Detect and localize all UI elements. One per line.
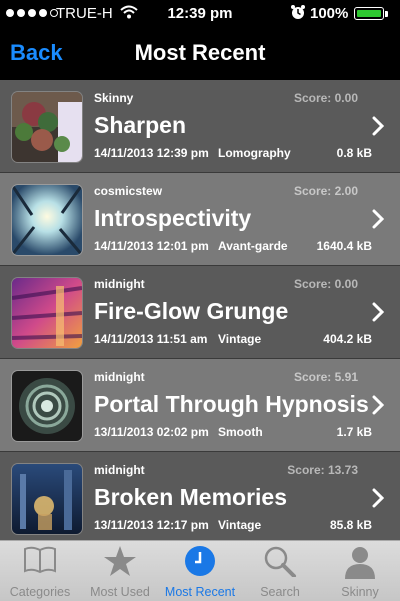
filter-thumbnail [12,185,82,255]
date-label: 14/11/2013 11:51 am [94,332,208,346]
list-item[interactable]: Skinny Score: 0.00 Sharpen 14/11/2013 12… [0,80,400,173]
recent-filters-list[interactable]: Skinny Score: 0.00 Sharpen 14/11/2013 12… [0,80,400,540]
file-size: 1.7 kB [336,425,372,439]
score-label: Score: 13.73 [287,463,358,477]
filter-title: Introspectivity [94,205,252,231]
alarm-clock-icon [290,3,306,25]
clock-icon [185,546,215,576]
chevron-right-icon [372,395,384,415]
list-item[interactable]: midnight Score: 0.00 Fire-Glow Grunge 14… [0,266,400,359]
filter-title: Broken Memories [94,484,288,510]
author-name: midnight [94,370,145,384]
score-label: Score: 5.91 [293,370,358,384]
chevron-right-icon [372,116,384,136]
file-size: 0.8 kB [336,146,372,160]
filter-type: Vintage [218,518,262,532]
chevron-right-icon [372,488,384,508]
battery-icon [354,7,384,20]
navigation-bar: Back Most Recent [0,28,400,80]
filter-title: Portal Through Hypnosis [94,391,369,417]
chevron-right-icon [372,209,384,229]
filter-thumbnail [12,464,82,534]
tab-search[interactable]: Search [240,541,320,601]
status-bar: TRUE-H 12:39 pm 100% [0,0,400,28]
tab-label: Most Recent [164,585,236,599]
file-size: 85.8 kB [329,518,372,532]
author-name: midnight [94,277,145,291]
file-size: 404.2 kB [323,332,372,346]
date-label: 13/11/2013 02:02 pm [94,425,209,439]
tab-categories[interactable]: Categories [0,541,80,601]
score-label: Score: 0.00 [293,91,358,105]
search-icon [264,546,296,577]
tab-profile[interactable]: Skinny [320,541,400,601]
filter-thumbnail [12,371,82,441]
tab-label: Search [260,585,300,599]
filter-title: Fire-Glow Grunge [94,298,289,324]
filter-type: Smooth [218,425,263,439]
score-label: Score: 0.00 [293,277,358,291]
tab-most-used[interactable]: Most Used [80,541,160,601]
filter-thumbnail [12,92,82,162]
file-size: 1640.4 kB [316,239,372,253]
page-title: Most Recent [134,40,266,65]
battery-tip [385,11,388,17]
list-item[interactable]: midnight Score: 13.73 Broken Memories 13… [0,452,400,540]
user-icon [345,547,375,579]
date-label: 13/11/2013 12:17 pm [94,518,209,532]
author-name: midnight [94,463,145,477]
filter-type: Lomography [218,146,291,160]
filter-title: Sharpen [94,112,187,138]
date-label: 14/11/2013 12:01 pm [94,239,209,253]
date-label: 14/11/2013 12:39 pm [94,146,209,160]
chevron-right-icon [372,302,384,322]
tab-label: Skinny [341,585,379,599]
book-icon [24,546,56,574]
author-name: cosmicstew [94,184,163,198]
battery-percentage: 100% [310,5,349,22]
star-icon [104,546,136,576]
score-label: Score: 2.00 [293,184,358,198]
filter-thumbnail [12,278,82,348]
list-item[interactable]: midnight Score: 5.91 Portal Through Hypn… [0,359,400,452]
list-item[interactable]: cosmicstew Score: 2.00 Introspectivity 1… [0,173,400,266]
tab-label: Most Used [90,585,150,599]
author-name: Skinny [94,91,134,105]
tab-bar: Categories Most Used Most Recent Search … [0,540,400,601]
filter-type: Vintage [218,332,262,346]
tab-most-recent[interactable]: Most Recent [160,541,240,601]
tab-label: Categories [9,585,71,599]
filter-type: Avant-garde [218,239,288,253]
